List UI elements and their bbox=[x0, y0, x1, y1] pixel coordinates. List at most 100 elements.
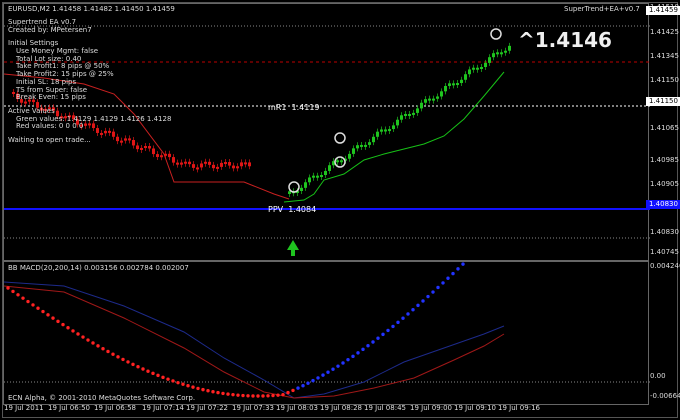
candle-bear bbox=[240, 162, 243, 167]
candle-bear bbox=[208, 161, 211, 165]
macd-dot bbox=[411, 308, 415, 312]
candle-bull bbox=[364, 144, 367, 147]
macd-signal-blue-line bbox=[4, 281, 505, 399]
time-tick-label: 19 Jul 08:03 bbox=[276, 404, 318, 412]
candle-bull bbox=[300, 187, 303, 191]
candle-bull bbox=[468, 69, 471, 75]
macd-dot bbox=[96, 344, 100, 348]
macd-dot bbox=[386, 328, 390, 333]
macd-dot bbox=[26, 299, 30, 304]
macd-dot bbox=[41, 309, 45, 314]
macd-dot bbox=[391, 324, 395, 329]
macd-dot bbox=[201, 387, 205, 392]
candle-bull bbox=[316, 175, 319, 178]
macd-dot bbox=[166, 377, 170, 381]
candle-bear bbox=[160, 155, 163, 158]
macd-dot bbox=[281, 392, 285, 397]
time-tick-label: 19 Jul 09:16 bbox=[498, 404, 540, 412]
time-tick-label: 19 Jul 07:33 bbox=[232, 404, 274, 412]
ea-red-values: Red values: 0 0 0 0 bbox=[16, 122, 84, 131]
macd-dot bbox=[106, 349, 110, 354]
price-tick-label: 1.41345 bbox=[650, 52, 679, 60]
candle-bull bbox=[444, 85, 447, 92]
candle-bull bbox=[460, 79, 463, 84]
macd-dot bbox=[276, 393, 280, 397]
white-level-tag: 1.41150 bbox=[646, 97, 680, 106]
macd-dot bbox=[241, 393, 245, 398]
candle-bear bbox=[196, 167, 199, 170]
main-price-pane[interactable]: EURUSD,M2 1.41458 1.41482 1.41450 1.4145… bbox=[3, 3, 650, 261]
price-axis[interactable] bbox=[649, 3, 680, 261]
candle-bull bbox=[488, 57, 491, 63]
candle-bear bbox=[156, 154, 159, 157]
macd-dot bbox=[221, 391, 225, 396]
price-tick-label: 1.41065 bbox=[650, 124, 679, 132]
candle-bull bbox=[328, 165, 331, 171]
candle-bull bbox=[464, 74, 467, 80]
macd-dot bbox=[176, 380, 180, 385]
macd-dot bbox=[171, 379, 175, 383]
candle-bull bbox=[400, 115, 403, 120]
macd-dot bbox=[181, 382, 185, 386]
macd-dot bbox=[286, 390, 290, 395]
macd-dot bbox=[301, 384, 305, 388]
macd-dot bbox=[401, 316, 405, 320]
candle-bear bbox=[232, 165, 235, 169]
macd-dot bbox=[306, 381, 310, 385]
candle-bull bbox=[476, 67, 479, 70]
candle-bull bbox=[492, 53, 495, 58]
macd-axis bbox=[649, 261, 680, 405]
macd-dot bbox=[271, 393, 275, 398]
candle-bear bbox=[200, 163, 203, 168]
candle-bull bbox=[508, 45, 511, 51]
signal-circle bbox=[490, 28, 502, 40]
macd-dot bbox=[256, 394, 260, 398]
candle-bull bbox=[408, 113, 411, 116]
candle-bear bbox=[228, 162, 231, 166]
candle-bull bbox=[356, 145, 359, 149]
copyright: ECN Alpha, © 2001-2010 MetaQuotes Softwa… bbox=[8, 394, 196, 402]
candle-bull bbox=[372, 136, 375, 143]
candle-bull bbox=[396, 119, 399, 126]
macd-dot bbox=[136, 365, 140, 369]
macd-dot bbox=[6, 286, 10, 290]
macd-axis-bottom: -0.00664 bbox=[650, 392, 680, 400]
macd-dot bbox=[446, 276, 450, 280]
price-tick-label: 1.41150 bbox=[650, 76, 679, 84]
macd-dot bbox=[146, 369, 150, 373]
ea-info-panel: Supertrend EA v0.7 Created by: MPetersen… bbox=[8, 18, 171, 145]
time-tick-label: 19 Jul 07:22 bbox=[186, 404, 228, 412]
candle-bull bbox=[308, 177, 311, 183]
candle-bull bbox=[412, 112, 415, 115]
buy-arrow-icon bbox=[287, 240, 299, 250]
macd-dot bbox=[51, 316, 55, 320]
macd-dot bbox=[196, 386, 200, 391]
candle-bear bbox=[164, 153, 167, 156]
price-tick-label: 1.41425 bbox=[650, 28, 679, 36]
macd-dot bbox=[311, 378, 315, 383]
macd-dot bbox=[71, 329, 75, 333]
macd-dot bbox=[191, 385, 195, 389]
macd-dot bbox=[81, 335, 85, 339]
current-price-tag: 1.41459 bbox=[646, 6, 680, 15]
macd-chart[interactable] bbox=[4, 262, 650, 406]
macd-dot bbox=[416, 303, 420, 308]
macd-dot bbox=[21, 296, 25, 300]
time-tick-label: 19 Jul 09:10 bbox=[454, 404, 496, 412]
macd-dot bbox=[31, 303, 35, 307]
candle-bear bbox=[148, 146, 151, 149]
symbol-header: EURUSD,M2 1.41458 1.41482 1.41450 1.4145… bbox=[8, 5, 175, 13]
candle-bull bbox=[420, 102, 423, 109]
candle-bull bbox=[504, 50, 507, 53]
candle-bull bbox=[500, 52, 503, 55]
chart-window: EURUSD,M2 1.41458 1.41482 1.41450 1.4145… bbox=[2, 2, 678, 418]
candle-bull bbox=[320, 175, 323, 178]
candle-bull bbox=[384, 129, 387, 132]
macd-pane[interactable]: BB MACD(20,200,14) 0.003156 0.002784 0.0… bbox=[3, 261, 650, 406]
candle-bear bbox=[212, 164, 215, 169]
candle-bull bbox=[376, 131, 379, 137]
macd-dot bbox=[131, 362, 135, 367]
macd-dot bbox=[296, 386, 300, 390]
macd-dot bbox=[111, 352, 115, 356]
macd-dot bbox=[216, 390, 220, 395]
